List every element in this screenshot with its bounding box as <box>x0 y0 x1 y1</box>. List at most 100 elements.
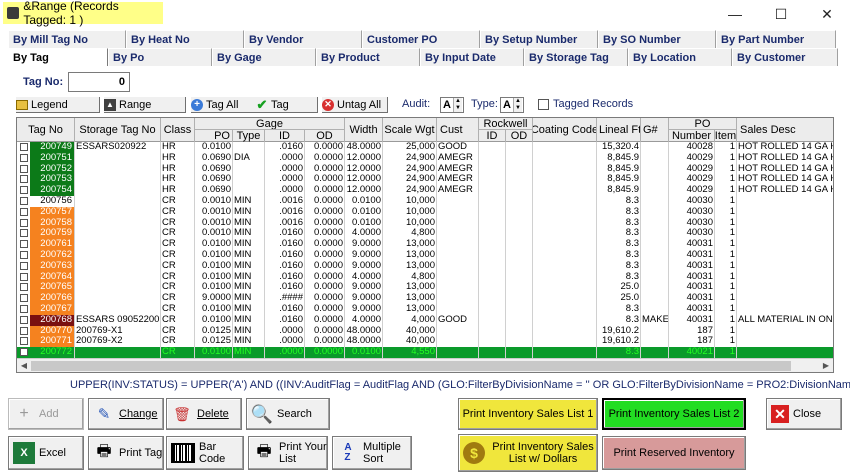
row-checkbox[interactable] <box>20 240 28 249</box>
print-sales-list-2-button[interactable]: Print Inventory Sales List 2 <box>602 398 746 430</box>
search-button[interactable]: 🔍 Search <box>246 398 330 430</box>
col-cust[interactable]: Cust <box>437 118 479 142</box>
col-class[interactable]: Class <box>161 118 195 142</box>
tag-no-input[interactable]: 0 <box>68 72 130 92</box>
row-checkbox[interactable] <box>20 348 28 357</box>
col-tag-no[interactable]: Tag No <box>17 118 75 142</box>
table-row[interactable]: 200756 CR 0.0010 MIN .0016 0.0000 0.0100 10,000… <box>17 196 833 207</box>
row-checkbox[interactable] <box>20 186 28 195</box>
minimize-button[interactable]: — <box>712 0 758 28</box>
table-row[interactable]: 200761 CR 0.0100 MIN .0160 0.0000 9.0000 13,000… <box>17 239 833 250</box>
add-button[interactable]: + Add <box>8 398 84 430</box>
row-checkbox[interactable] <box>20 153 28 162</box>
row-checkbox[interactable] <box>20 207 28 216</box>
tab-customer-po[interactable]: Customer PO <box>362 30 480 48</box>
print-reserved-button[interactable]: Print Reserved Inventory <box>602 436 746 470</box>
tab-by-po[interactable]: By Po <box>108 48 212 66</box>
tab-by-product[interactable]: By Product <box>316 48 420 66</box>
table-row[interactable]: 200765 CR 0.0100 MIN .0160 0.0000 9.0000 13,000… <box>17 282 833 294</box>
excel-button[interactable]: X Excel <box>8 436 84 470</box>
table-row[interactable]: 200749 ESSARS020922 HR 0.0100 .0160 0.0000 48.… <box>17 142 833 153</box>
col-po-number[interactable]: Number <box>669 130 715 142</box>
col-gage-od[interactable]: OD <box>305 130 345 142</box>
tab-by-vendor[interactable]: By Vendor <box>244 30 362 48</box>
audit-spinner[interactable]: A ▲ ▼ <box>440 97 464 113</box>
tab-by-customer[interactable]: By Customer <box>732 48 838 66</box>
print-sales-dollars-button[interactable]: $ Print Inventory Sales List w/ Dollars <box>458 434 598 472</box>
col-gage-type[interactable]: Type <box>233 130 265 142</box>
col-storage-tag-no[interactable]: Storage Tag No <box>75 118 161 142</box>
print-tag-button[interactable]: 🖶 Print Tag <box>88 436 164 470</box>
col-rockwell-od[interactable]: OD <box>506 130 533 142</box>
legend-button[interactable]: Legend <box>16 97 100 113</box>
tab-by-so-number[interactable]: By SO Number <box>598 30 716 48</box>
spinner-arrows-icon[interactable]: ▲ ▼ <box>453 98 462 112</box>
type-spinner[interactable]: A ▲ ▼ <box>500 97 524 113</box>
print-sales-list-1-button[interactable]: Print Inventory Sales List 1 <box>458 398 598 430</box>
col-coating-code[interactable]: Coating Code <box>533 118 597 142</box>
tab-by-tag[interactable]: By Tag <box>8 48 108 66</box>
row-checkbox[interactable] <box>20 218 28 227</box>
col-scale-wgt[interactable]: Scale Wgt <box>383 118 437 142</box>
row-checkbox[interactable] <box>20 197 28 205</box>
tab-by-storage-tag[interactable]: By Storage Tag <box>524 48 628 66</box>
row-checkbox[interactable] <box>20 283 28 292</box>
tab-by-mill-tag-no[interactable]: By Mill Tag No <box>8 30 126 48</box>
table-row[interactable]: 200757 CR 0.0010 MIN .0016 0.0000 0.0100 10,000… <box>17 206 833 218</box>
col-rockwell-id[interactable]: ID <box>479 130 506 142</box>
row-checkbox[interactable] <box>20 305 28 313</box>
tab-by-part-number[interactable]: By Part Number <box>716 30 836 48</box>
horizontal-scrollbar[interactable]: ◀ ▶ <box>17 358 833 372</box>
table-row[interactable]: 200764 CR 0.0100 MIN .0160 0.0000 4.0000 4,800 8… <box>17 271 833 283</box>
close-window-button[interactable]: ✕ <box>804 0 850 28</box>
table-row[interactable]: 200770 200769-X1 CR 0.0125 MIN .0000 0.0000 48.… <box>17 325 833 337</box>
scroll-right-icon[interactable]: ▶ <box>819 359 833 372</box>
close-button[interactable]: ✕ Close <box>766 398 842 430</box>
row-checkbox[interactable] <box>20 326 28 335</box>
scrollbar-thumb[interactable] <box>31 361 791 371</box>
row-checkbox[interactable] <box>20 143 28 151</box>
row-checkbox[interactable] <box>20 164 28 173</box>
col-width[interactable]: Width <box>345 118 383 142</box>
table-row[interactable]: 200768 ESSARS 09052200 CR 0.0100 MIN .0160 0.0… <box>17 314 833 326</box>
range-button[interactable]: ▲ Range <box>104 97 186 113</box>
col-g-number[interactable]: G# <box>641 118 669 142</box>
delete-button[interactable]: 🗑 Delete <box>166 398 242 430</box>
table-row[interactable]: 200763 CR 0.0100 MIN .0160 0.0000 9.0000 13,000… <box>17 260 833 272</box>
table-row[interactable]: 200759 CR 0.0010 MIN .0160 0.0000 4.0000 4,800 8… <box>17 228 833 240</box>
tag-button[interactable]: ✔ Tag <box>256 97 318 113</box>
maximize-button[interactable]: ☐ <box>758 0 804 28</box>
table-row[interactable]: 200752 HR 0.0690 .0000 0.0000 12.0000 24,900 AM… <box>17 163 833 175</box>
tagged-records-checkbox[interactable] <box>538 99 549 110</box>
table-row[interactable]: 200753 HR 0.0690 .0000 0.0000 12.0000 24,900 AM… <box>17 174 833 186</box>
tab-by-location[interactable]: By Location <box>628 48 732 66</box>
col-gage-id[interactable]: ID <box>265 130 305 142</box>
row-checkbox[interactable] <box>20 261 28 270</box>
row-checkbox[interactable] <box>20 251 28 259</box>
table-row[interactable]: 200762 CR 0.0100 MIN .0160 0.0000 9.0000 13,000… <box>17 250 833 261</box>
row-checkbox[interactable] <box>20 272 28 281</box>
scroll-left-icon[interactable]: ◀ <box>17 359 31 372</box>
tab-by-gage[interactable]: By Gage <box>212 48 316 66</box>
print-your-list-button[interactable]: 🖶 Print Your List <box>248 436 328 470</box>
tag-all-button[interactable]: + Tag All <box>191 97 257 113</box>
col-sales-desc[interactable]: Sales Desc <box>737 118 833 142</box>
inventory-grid[interactable]: Tag No Storage Tag No Class Gage PO Type… <box>16 117 834 373</box>
table-row[interactable]: 200766 CR 9.0000 MIN .#### 0.0000 9.0000 13,000… <box>17 293 833 304</box>
col-gage-po[interactable]: PO <box>195 130 233 142</box>
bar-code-button[interactable]: Bar Code <box>166 436 244 470</box>
row-checkbox[interactable] <box>20 294 28 303</box>
row-checkbox[interactable] <box>20 337 28 346</box>
table-row[interactable]: 200772 CR 0.0100 MIN .0000 0.0000 0.0100 4,550 8… <box>17 347 833 358</box>
table-row[interactable]: 200771 200769-X2 CR 0.0125 MIN .0000 0.0000 48.… <box>17 336 833 348</box>
row-checkbox[interactable] <box>20 229 28 238</box>
row-checkbox[interactable] <box>20 175 28 184</box>
tab-by-setup-number[interactable]: By Setup Number <box>480 30 598 48</box>
table-row[interactable]: 200751 HR 0.0690 DIA .0000 0.0000 12.0000 24,90… <box>17 152 833 164</box>
col-po-item[interactable]: Item <box>715 130 737 142</box>
untag-all-button[interactable]: ✕ Untag All <box>322 97 388 113</box>
multiple-sort-button[interactable]: AZ Multiple Sort <box>332 436 412 470</box>
tab-by-heat-no[interactable]: By Heat No <box>126 30 244 48</box>
tab-by-input-date[interactable]: By Input Date <box>420 48 524 66</box>
table-row[interactable]: 200767 CR 0.0100 MIN .0160 0.0000 9.0000 13,000… <box>17 304 833 315</box>
